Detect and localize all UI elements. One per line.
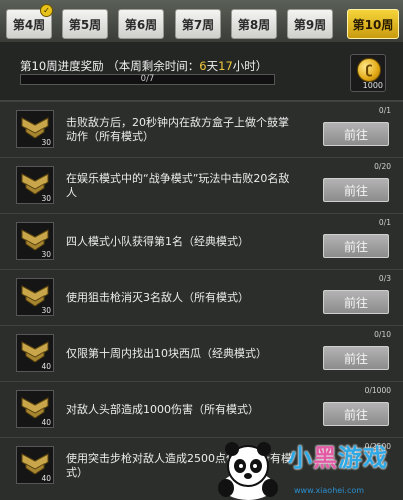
task-row: 40 对敌人头部造成1000伤害（所有模式） 0/1000 前往 <box>0 381 403 437</box>
rank-badge: 30 <box>16 166 54 204</box>
panda-logo-icon <box>218 442 278 500</box>
tab-label: 第10周 <box>352 17 394 32</box>
tab-label: 第9周 <box>293 17 327 32</box>
task-points: 30 <box>41 194 51 203</box>
tab-label: 第8周 <box>237 17 271 32</box>
task-points: 40 <box>41 418 51 427</box>
task-description: 在娱乐模式中的“战争模式”玩法中击败20名敌人 <box>66 171 290 199</box>
go-button[interactable]: 前往 <box>323 402 389 426</box>
task-row: 30 在娱乐模式中的“战争模式”玩法中击败20名敌人 0/20 前往 <box>0 157 403 213</box>
rank-badge: 40 <box>16 446 54 484</box>
task-progress: 0/1 <box>378 106 391 115</box>
task-progress: 0/1000 <box>364 386 391 395</box>
tab-week-5[interactable]: 第5周 <box>62 9 108 39</box>
task-description: 四人模式小队获得第1名（经典模式） <box>66 234 249 248</box>
days-remaining: 6 <box>199 59 207 73</box>
rank-badge: 40 <box>16 334 54 372</box>
tab-label: 第5周 <box>68 17 102 32</box>
tab-week-8[interactable]: 第8周 <box>231 9 277 39</box>
rank-badge: 30 <box>16 278 54 316</box>
task-progress: 0/1 <box>378 218 391 227</box>
go-button[interactable]: 前往 <box>323 290 389 314</box>
tab-week-9[interactable]: 第9周 <box>287 9 333 39</box>
rank-badge: 30 <box>16 222 54 260</box>
task-points: 40 <box>41 474 51 483</box>
task-progress: 0/20 <box>374 162 391 171</box>
weekly-progress-header: 第10周进度奖励 （本周剩余时间：6天17小时） 0/7 <box>0 42 403 101</box>
task-points: 40 <box>41 362 51 371</box>
tab-label: 第6周 <box>124 17 158 32</box>
reward-amount: 1000 <box>362 81 383 90</box>
reward-chest[interactable]: ʗ 1000 <box>350 54 386 92</box>
go-button[interactable]: 前往 <box>323 178 389 202</box>
weekly-progress-text: 0/7 <box>140 74 155 84</box>
task-description: 击败敌方后，20秒钟内在敌方盒子上做个鼓掌动作（所有模式） <box>66 115 289 143</box>
go-button[interactable]: 前往 <box>323 234 389 258</box>
weekly-progress-bar: 0/7 <box>20 74 275 85</box>
task-points: 30 <box>41 306 51 315</box>
watermark-url: www.xiaohei.com <box>294 486 365 495</box>
week-tab-bar: 第4周 ✓ 第5周 第6周 第7周 第8周 第9周 第10周 <box>0 0 403 42</box>
task-description: 对敌人头部造成1000伤害（所有模式） <box>66 402 259 416</box>
task-row: 30 击败敌方后，20秒钟内在敌方盒子上做个鼓掌动作（所有模式） 0/1 前往 <box>0 101 403 157</box>
tab-week-10[interactable]: 第10周 <box>347 9 399 39</box>
weekly-progress-title: 第10周进度奖励 （本周剩余时间：6天17小时） <box>20 59 268 73</box>
task-progress: 0/3 <box>378 274 391 283</box>
tab-label: 第7周 <box>181 17 215 32</box>
task-row: 40 仅限第十周内找出10块西瓜（经典模式） 0/10 前往 <box>0 325 403 381</box>
coin-icon: ʗ <box>357 58 381 82</box>
tab-week-4[interactable]: 第4周 ✓ <box>6 4 53 39</box>
task-row: 30 四人模式小队获得第1名（经典模式） 0/1 前往 <box>0 213 403 269</box>
task-row: 30 使用狙击枪消灭3名敌人（所有模式） 0/3 前往 <box>0 269 403 325</box>
task-description: 仅限第十周内找出10块西瓜（经典模式） <box>66 346 267 360</box>
go-button[interactable]: 前往 <box>323 346 389 370</box>
rank-badge: 30 <box>16 110 54 148</box>
task-progress: 0/10 <box>374 330 391 339</box>
go-button[interactable]: 前往 <box>323 122 389 146</box>
rank-badge: 40 <box>16 390 54 428</box>
task-points: 30 <box>41 250 51 259</box>
watermark-text: 小黑游戏 <box>288 444 388 472</box>
tab-week-7[interactable]: 第7周 <box>175 9 221 39</box>
task-points: 30 <box>41 138 51 147</box>
claimed-check-icon: ✓ <box>40 4 53 17</box>
tab-label: 第4周 <box>12 17 46 32</box>
tab-week-6[interactable]: 第6周 <box>118 9 164 39</box>
site-watermark: 小黑游戏 www.xiaohei.com <box>208 436 403 500</box>
hours-remaining: 17 <box>218 59 233 73</box>
task-description: 使用狙击枪消灭3名敌人（所有模式） <box>66 290 249 304</box>
